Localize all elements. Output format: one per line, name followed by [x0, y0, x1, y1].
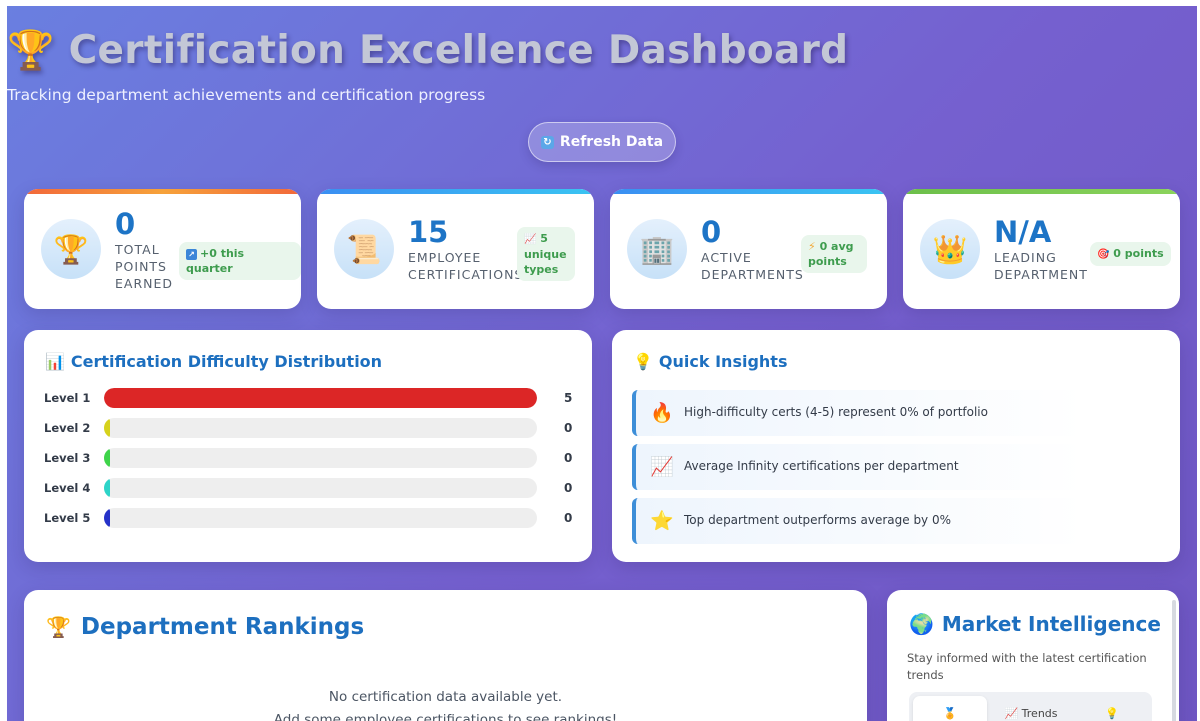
stat-label: LEADING DEPARTMENT [994, 250, 1088, 282]
department-rankings-panel: 🏆 Department Rankings No certification da… [24, 590, 867, 721]
globe-icon: 🌍 [909, 612, 934, 636]
difficulty-level-label: Level 2 [44, 421, 91, 435]
market-tabs: 🏅 📈 Trends 💡 [909, 692, 1152, 721]
difficulty-panel-title: 📊 Certification Difficulty Distribution [45, 352, 383, 371]
difficulty-level-row: Level 4 0 [44, 478, 584, 498]
insight-item: 📈 Average Infinity certifications per de… [632, 444, 1162, 490]
tab-insights[interactable]: 💡 [1075, 696, 1149, 721]
difficulty-level-track [104, 388, 537, 408]
bar-chart-icon: 📊 [45, 352, 65, 371]
stat-trend-badge: ⚡ 0 avg points [801, 235, 867, 273]
tab-certifications[interactable]: 🏅 [913, 696, 987, 721]
stat-label: EMPLOYEE CERTIFICATIONS [408, 250, 524, 282]
office-building-icon: 🏢 [627, 219, 687, 279]
difficulty-level-count: 5 [564, 391, 573, 405]
target-icon: 🎯 [1097, 249, 1110, 260]
lightbulb-icon: 💡 [633, 352, 653, 371]
difficulty-level-bar [104, 388, 537, 408]
difficulty-level-count: 0 [564, 451, 573, 465]
quick-insights-panel: 💡 Quick Insights 🔥 High-difficulty certs … [612, 330, 1180, 562]
lightbulb-icon: 💡 [1105, 707, 1119, 720]
difficulty-level-track [104, 448, 537, 468]
refresh-icon: ↻ [540, 135, 554, 149]
fire-icon: 🔥 [650, 402, 674, 424]
tab-trends[interactable]: 📈 Trends [991, 696, 1071, 721]
trend-up-icon: ↗ [186, 249, 197, 260]
insight-text: Average Infinity certifications per depa… [684, 459, 959, 473]
medal-icon: 🏅 [943, 707, 957, 720]
rankings-empty-hint: Add some employee certifications to see … [273, 712, 618, 721]
refresh-data-button[interactable]: ↻ Refresh Data [528, 122, 676, 162]
stat-value: 0 [115, 207, 136, 241]
insight-text: Top department outperforms average by 0% [684, 513, 952, 527]
stat-label: ACTIVE DEPARTMENTS [701, 250, 804, 282]
stat-label: TOTAL POINTS EARNED [115, 242, 174, 291]
crown-icon: 👑 [920, 219, 980, 279]
difficulty-level-row: Level 2 0 [44, 418, 584, 438]
stat-value: 15 [408, 215, 449, 249]
stat-trend-badge: ↗ +0 this quarter [179, 242, 301, 280]
difficulty-level-count: 0 [564, 421, 573, 435]
difficulty-level-row: Level 1 5 [44, 388, 584, 408]
stat-accent-bar [610, 189, 887, 194]
difficulty-level-bar [104, 478, 110, 498]
difficulty-level-label: Level 3 [44, 451, 91, 465]
dashboard-background: 🏆 Certification Excellence Dashboard Trac… [7, 6, 1197, 721]
stat-trend-badge: 📈 5 unique types [517, 227, 575, 281]
department-rankings-title: 🏆 Department Rankings [46, 614, 365, 640]
stat-accent-bar [317, 189, 594, 194]
difficulty-level-count: 0 [564, 481, 573, 495]
scrollbar[interactable] [1172, 600, 1176, 721]
stat-accent-bar [24, 189, 301, 194]
chart-up-icon: 📈 [524, 234, 537, 245]
difficulty-level-row: Level 5 0 [44, 508, 584, 528]
star-icon: ⭐ [650, 510, 674, 532]
market-intelligence-description: Stay informed with the latest certificat… [907, 651, 1147, 682]
insight-item: ⭐ Top department outperforms average by … [632, 498, 1162, 544]
trophy-icon: 🏆 [41, 219, 101, 279]
rankings-empty-message: No certification data available yet. [328, 689, 563, 705]
stat-value: N/A [994, 215, 1052, 249]
difficulty-distribution-panel: 📊 Certification Difficulty Distribution L… [24, 330, 592, 562]
stat-trend-badge: 🎯 0 points [1090, 242, 1171, 266]
stat-accent-bar [903, 189, 1180, 194]
stat-card-leading-department: 👑 N/A LEADING DEPARTMENT 🎯 0 points [903, 189, 1180, 309]
quick-insights-title: 💡 Quick Insights [633, 352, 788, 371]
difficulty-level-bar [104, 418, 110, 438]
refresh-data-label: Refresh Data [559, 134, 664, 150]
lightning-icon: ⚡ [808, 240, 816, 253]
page-subtitle: Tracking department achievements and cer… [7, 86, 486, 104]
market-intelligence-panel: 🌍 Market Intelligence Stay informed with … [887, 590, 1179, 721]
insight-text: High-difficulty certs (4-5) represent 0%… [684, 405, 988, 419]
page-title: 🏆 Certification Excellence Dashboard [7, 28, 1197, 73]
chart-up-icon: 📈 [650, 456, 674, 478]
difficulty-level-row: Level 3 0 [44, 448, 584, 468]
market-intelligence-title: 🌍 Market Intelligence [909, 612, 1161, 636]
difficulty-level-label: Level 5 [44, 511, 91, 525]
difficulty-level-label: Level 4 [44, 481, 91, 495]
chart-up-icon: 📈 [1004, 707, 1019, 720]
page-title-text: Certification Excellence Dashboard [68, 28, 849, 73]
difficulty-level-bar [104, 448, 110, 468]
difficulty-level-count: 0 [564, 511, 573, 525]
difficulty-level-track [104, 508, 537, 528]
stat-card-employee-certifications: 📜 15 EMPLOYEE CERTIFICATIONS 📈 5 unique ty… [317, 189, 594, 309]
difficulty-level-label: Level 1 [44, 391, 91, 405]
stat-card-active-departments: 🏢 0 ACTIVE DEPARTMENTS ⚡ 0 avg points [610, 189, 887, 309]
difficulty-level-track [104, 478, 537, 498]
stat-value: 0 [701, 215, 722, 249]
insight-item: 🔥 High-difficulty certs (4-5) represent … [632, 390, 1162, 436]
scroll-icon: 📜 [334, 219, 394, 279]
stat-card-total-points: 🏆 0 TOTAL POINTS EARNED ↗ +0 this quarter [24, 189, 301, 309]
difficulty-level-bar [104, 508, 110, 528]
difficulty-level-track [104, 418, 537, 438]
trophy-icon: 🏆 [46, 615, 71, 639]
trophy-icon: 🏆 [7, 28, 55, 72]
